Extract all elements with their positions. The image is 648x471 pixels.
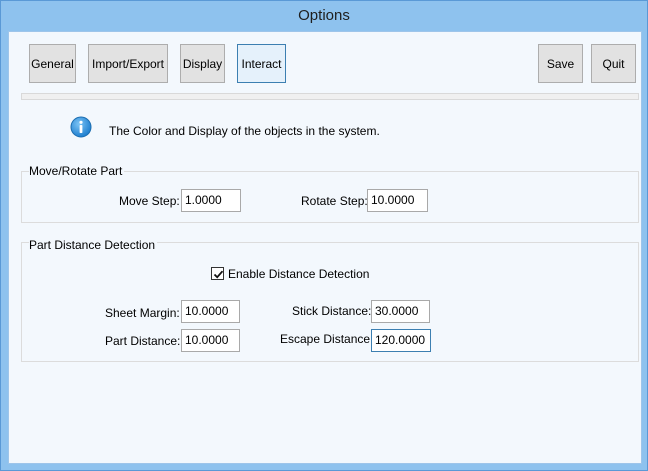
import-export-button[interactable]: Import/Export bbox=[88, 44, 168, 83]
interact-button[interactable]: Interact bbox=[237, 44, 286, 83]
stick-distance-input[interactable]: 30.0000 bbox=[371, 300, 430, 323]
enable-distance-checkbox[interactable] bbox=[211, 267, 224, 280]
checkmark-icon bbox=[213, 270, 224, 279]
sheet-margin-label: Sheet Margin: bbox=[105, 306, 180, 320]
info-message: The Color and Display of the objects in … bbox=[109, 124, 380, 138]
window-title: Options bbox=[298, 7, 350, 24]
display-button[interactable]: Display bbox=[180, 44, 225, 83]
move-step-input[interactable]: 1.0000 bbox=[181, 189, 241, 212]
part-distance-input[interactable]: 10.0000 bbox=[181, 329, 240, 352]
rotate-step-label: Rotate Step: bbox=[301, 194, 368, 208]
sheet-margin-input[interactable]: 10.0000 bbox=[181, 300, 240, 323]
toolbar-separator bbox=[21, 93, 639, 100]
options-window: Options General Import/Export Display In… bbox=[0, 0, 648, 471]
client-area: General Import/Export Display Interact S… bbox=[8, 31, 642, 464]
move-rotate-group-title: Move/Rotate Part bbox=[29, 164, 125, 178]
stick-distance-label: Stick Distance: bbox=[292, 304, 372, 318]
general-button[interactable]: General bbox=[29, 44, 76, 83]
save-button[interactable]: Save bbox=[538, 44, 583, 83]
part-distance-label: Part Distance: bbox=[105, 334, 181, 348]
rotate-step-input[interactable]: 10.0000 bbox=[367, 189, 428, 212]
quit-button[interactable]: Quit bbox=[591, 44, 636, 83]
enable-distance-label[interactable]: Enable Distance Detection bbox=[228, 267, 369, 281]
escape-distance-input[interactable]: 120.0000 bbox=[371, 329, 431, 352]
info-icon bbox=[70, 116, 92, 138]
move-step-label: Move Step: bbox=[119, 194, 180, 208]
distance-group-title: Part Distance Detection bbox=[29, 238, 158, 252]
escape-distance-label: Escape Distance: bbox=[280, 332, 374, 346]
